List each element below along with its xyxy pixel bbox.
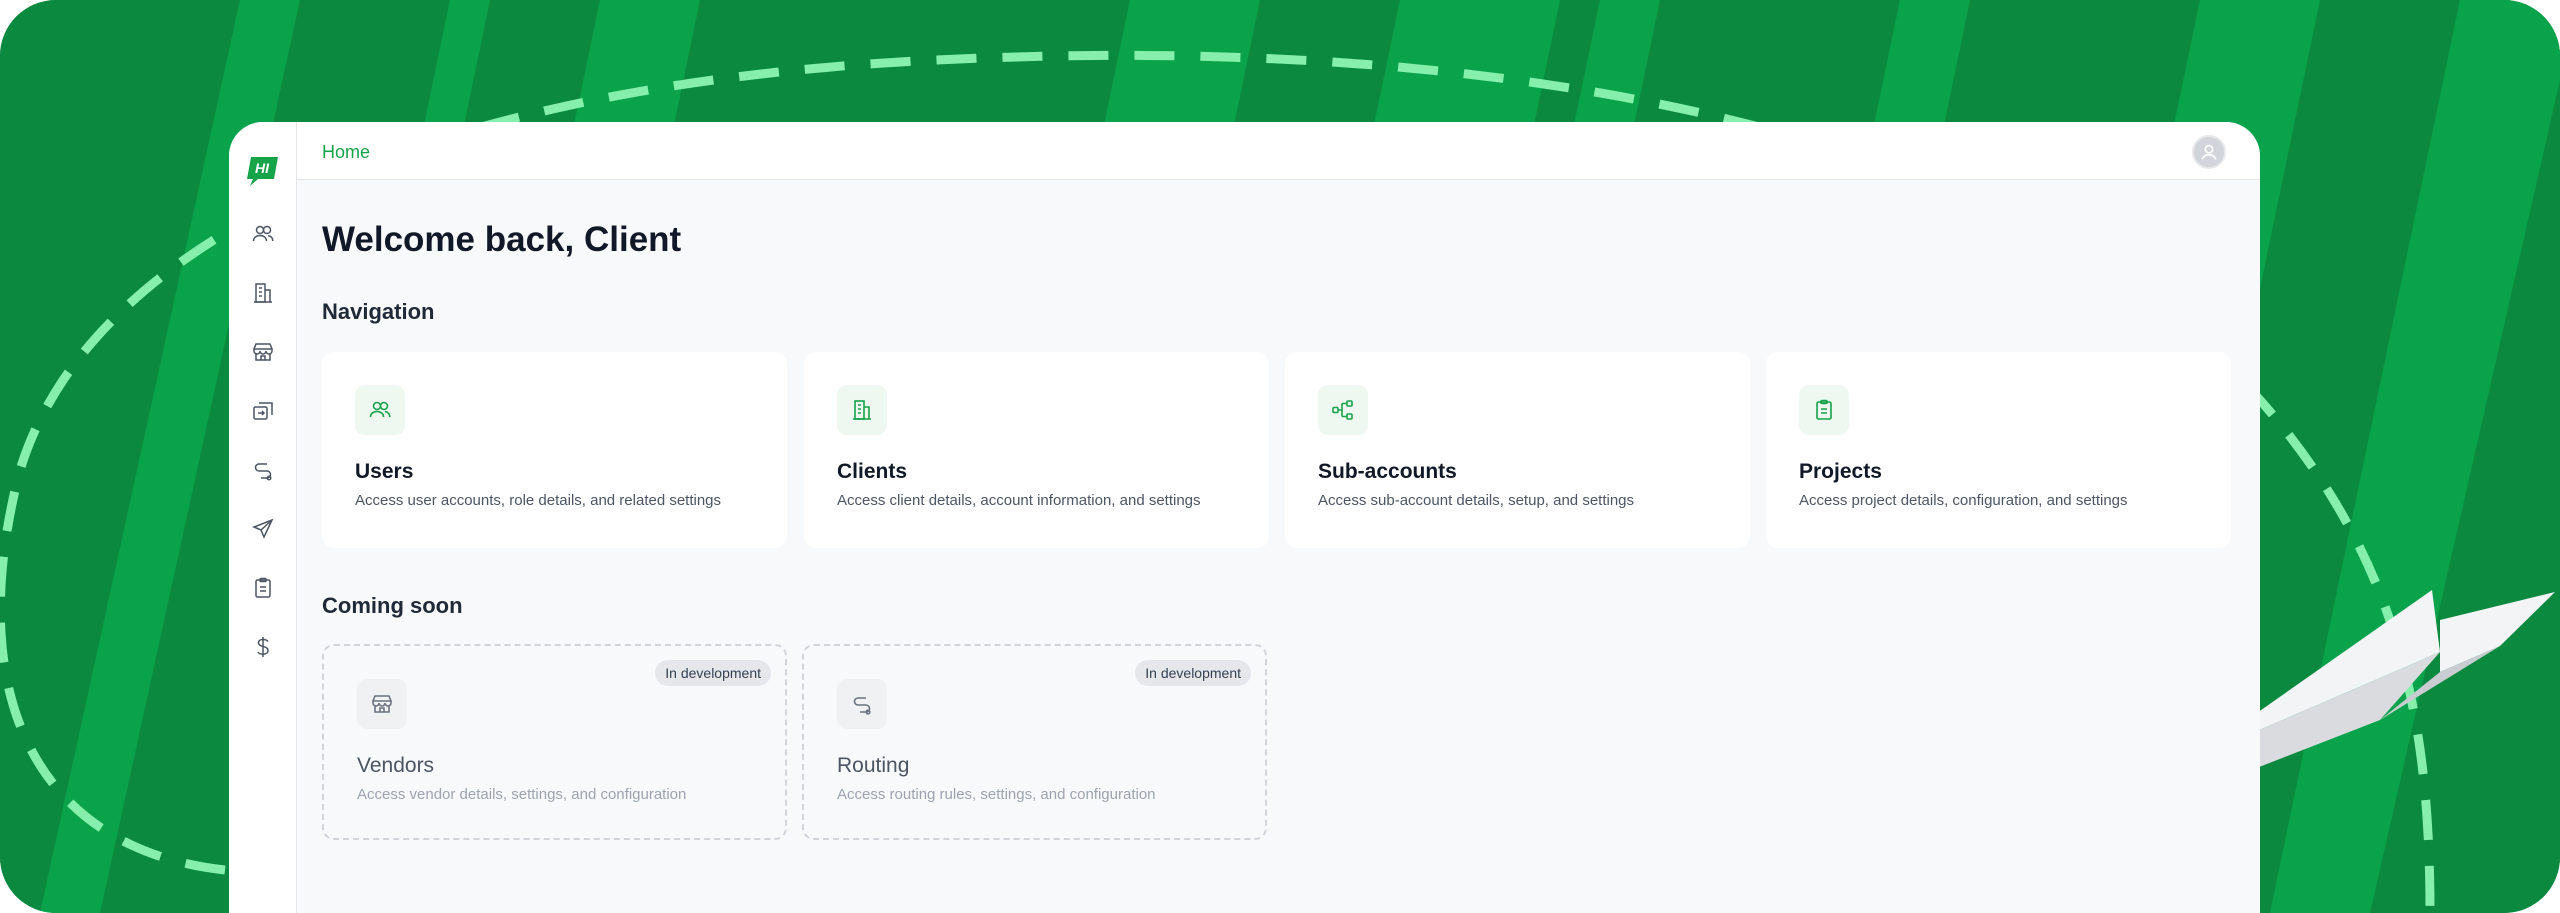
store-icon <box>372 695 392 713</box>
building-icon <box>853 400 871 420</box>
paper-plane-icon <box>252 518 274 539</box>
soon-card-vendors: In development Vendors Access vendor det… <box>322 644 787 840</box>
card-title: Vendors <box>357 754 435 777</box>
status-badge: In development <box>1135 660 1251 686</box>
user-avatar[interactable] <box>2192 135 2226 169</box>
sidebar: HI <box>229 122 297 913</box>
page-title: Welcome back, Client <box>322 220 682 259</box>
card-description: Access user accounts, role details, and … <box>355 492 722 509</box>
sidebar-item-projects[interactable] <box>249 574 277 602</box>
svg-text:HI: HI <box>255 160 270 176</box>
card-icon-box <box>357 679 407 729</box>
status-badge: In development <box>655 660 771 686</box>
hierarchy-icon <box>1332 400 1353 420</box>
sidebar-item-routing[interactable] <box>249 456 277 484</box>
soon-card-routing: In development Routing Access routing ru… <box>802 644 1267 840</box>
card-title: Users <box>355 460 414 483</box>
card-icon-box <box>1318 385 1368 435</box>
sidebar-item-billing[interactable] <box>249 633 277 661</box>
card-title: Sub-accounts <box>1318 460 1457 483</box>
sidebar-item-clients[interactable] <box>249 279 277 307</box>
card-icon-box <box>837 679 887 729</box>
sidebar-item-users[interactable] <box>249 220 277 248</box>
card-title: Projects <box>1799 460 1882 483</box>
transfer-icon <box>253 402 273 420</box>
nav-card-clients[interactable]: Clients Access client details, account i… <box>804 352 1269 548</box>
clipboard-icon <box>255 577 271 598</box>
user-icon <box>2201 144 2217 160</box>
route-icon <box>254 463 272 481</box>
app-window: HI Home Welcome back, Client Navigation … <box>229 122 2260 913</box>
card-icon-box <box>355 385 405 435</box>
nav-card-projects[interactable]: Projects Access project details, configu… <box>1766 352 2231 548</box>
navigation-heading: Navigation <box>322 299 435 324</box>
nav-card-users[interactable]: Users Access user accounts, role details… <box>322 352 787 548</box>
card-icon-box <box>837 385 887 435</box>
card-description: Access project details, configuration, a… <box>1799 492 2128 509</box>
background-stage: HI Home Welcome back, Client Navigation … <box>0 0 2560 913</box>
card-icon-box <box>1799 385 1849 435</box>
building-icon <box>254 283 272 303</box>
breadcrumb-home[interactable]: Home <box>322 142 370 163</box>
card-title: Routing <box>837 754 910 777</box>
card-description: Access sub-account details, setup, and s… <box>1318 492 1635 509</box>
route-icon <box>853 697 871 715</box>
top-bar: Home <box>297 122 2260 180</box>
clipboard-icon <box>1816 399 1832 420</box>
card-description: Access client details, account informati… <box>837 492 1201 509</box>
users-icon <box>369 401 391 418</box>
nav-card-sub-accounts[interactable]: Sub-accounts Access sub-account details,… <box>1285 352 1750 548</box>
sidebar-item-vendors[interactable] <box>249 338 277 366</box>
sidebar-item-transfers[interactable] <box>249 397 277 425</box>
card-title: Clients <box>837 460 908 483</box>
dollar-icon <box>257 637 269 657</box>
card-description: Access vendor details, settings, and con… <box>357 786 687 803</box>
coming-soon-heading: Coming soon <box>322 593 463 618</box>
sidebar-item-send[interactable] <box>249 515 277 543</box>
store-icon <box>253 343 273 361</box>
users-icon <box>252 225 274 242</box>
app-logo[interactable]: HI <box>246 154 280 188</box>
card-description: Access routing rules, settings, and conf… <box>837 786 1156 803</box>
